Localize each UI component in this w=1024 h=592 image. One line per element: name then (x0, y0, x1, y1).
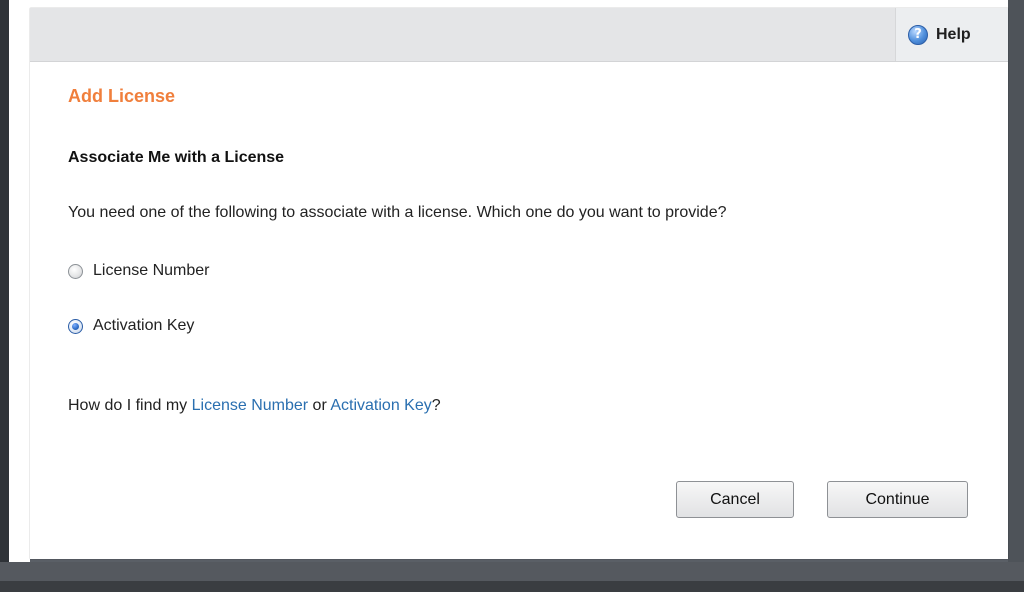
activation-key-label: Activation Key (93, 317, 195, 334)
cancel-button[interactable]: Cancel (676, 481, 794, 518)
activation-key-radio[interactable] (68, 318, 83, 334)
help-button[interactable]: ? Help (895, 8, 1008, 61)
window-bottom-strip (0, 581, 1024, 592)
activation-key-option[interactable]: Activation Key (68, 317, 194, 335)
dialog-title-bar: ? Help (30, 8, 1008, 62)
license-number-help-link[interactable]: License Number (192, 397, 309, 414)
help-find-prefix: How do I find my (68, 397, 192, 414)
dialog-subtitle: Associate Me with a License (68, 149, 285, 166)
window-left-border (0, 0, 9, 592)
activation-key-help-link[interactable]: Activation Key (330, 397, 431, 414)
help-find-text: How do I find my License Number or Activ… (68, 397, 441, 415)
license-number-radio[interactable] (68, 263, 83, 279)
dialog-title: Add License (68, 86, 176, 106)
window-top-strip (30, 0, 1008, 8)
license-number-label: License Number (93, 262, 210, 279)
window-right-edge (1008, 0, 1024, 592)
add-license-dialog: ? Help Add License Associate Me with a L… (30, 8, 1008, 559)
help-find-middle: or (308, 397, 331, 414)
continue-button[interactable]: Continue (827, 481, 968, 518)
help-circle-icon: ? (908, 24, 928, 45)
help-find-suffix: ? (431, 397, 441, 414)
license-number-option[interactable]: License Number (68, 262, 210, 280)
help-label: Help (936, 25, 971, 43)
license-question-text: You need one of the following to associa… (68, 204, 727, 221)
